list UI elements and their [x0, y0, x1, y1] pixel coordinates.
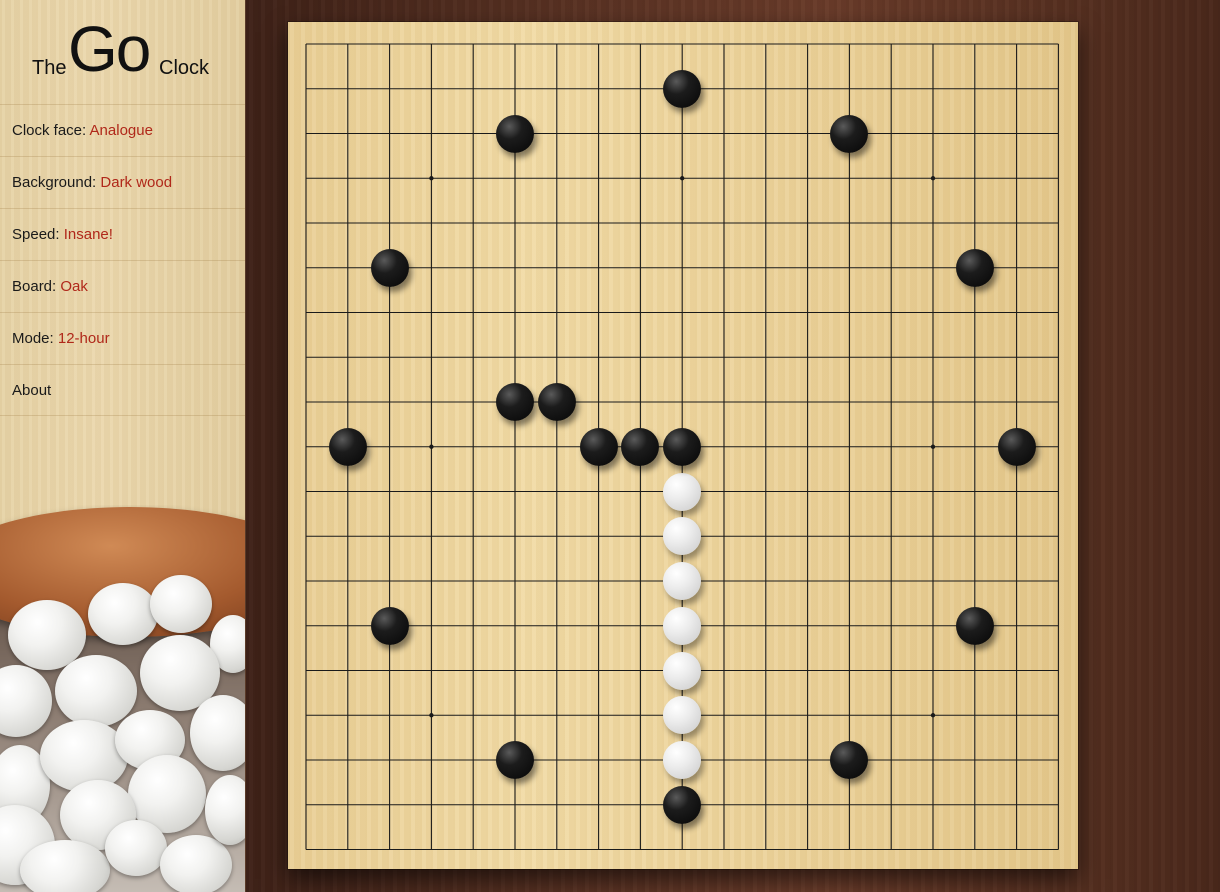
settings-menu: Clock face: Analogue Background: Dark wo… [0, 104, 245, 416]
menu-item-value: Oak [60, 278, 88, 295]
star-point [429, 713, 434, 718]
menu-item-about[interactable]: About [0, 364, 245, 416]
menu-item-mode[interactable]: Mode: 12-hour [0, 312, 245, 364]
menu-item-label: Background: [12, 174, 101, 191]
logo-go: Go [68, 13, 151, 85]
star-point [429, 444, 434, 449]
star-point [429, 176, 434, 181]
white-stone [663, 651, 702, 690]
go-board [288, 22, 1078, 869]
black-stone [997, 427, 1036, 466]
black-stone [579, 427, 618, 466]
black-stone [328, 427, 367, 466]
star-point [930, 713, 936, 718]
menu-item-clock-face[interactable]: Clock face: Analogue [0, 104, 245, 156]
menu-item-value: Dark wood [100, 174, 173, 191]
sidebar: The Go Clock Clock face: Analogue Backgr… [0, 0, 246, 892]
white-stone [663, 606, 702, 645]
menu-item-value: Analogue [89, 122, 153, 139]
black-stone [663, 69, 702, 108]
black-stone [496, 383, 534, 421]
menu-item-value: Insane! [63, 226, 113, 243]
black-stone [955, 606, 994, 645]
black-stone [663, 427, 702, 466]
white-stone [663, 741, 702, 779]
menu-item-label: About [12, 382, 52, 399]
menu-item-label: Board: [12, 278, 61, 295]
star-point [680, 176, 685, 181]
black-stone [663, 785, 702, 824]
star-point [930, 444, 936, 449]
app-logo: The Go Clock [0, 0, 245, 105]
menu-item-background[interactable]: Background: Dark wood [0, 156, 245, 208]
black-stone [621, 427, 660, 466]
black-stone [496, 114, 534, 153]
menu-item-value: 12-hour [57, 330, 110, 347]
black-stone [370, 248, 409, 287]
white-stone [663, 562, 702, 600]
black-stone [496, 741, 534, 779]
menu-item-board[interactable]: Board: Oak [0, 260, 245, 312]
menu-item-speed[interactable]: Speed: Insane! [0, 208, 245, 260]
white-stone [663, 472, 702, 511]
menu-item-label: Clock face: [12, 122, 90, 139]
black-stone [537, 383, 576, 421]
star-point [930, 176, 936, 181]
menu-item-label: Speed: [12, 226, 64, 243]
black-stone [955, 248, 994, 287]
logo-clock: Clock [159, 57, 210, 79]
black-stone [370, 606, 409, 645]
menu-item-label: Mode: [12, 330, 58, 347]
stone-bowl-image [0, 505, 245, 892]
black-stone [830, 114, 869, 153]
logo-the: The [32, 57, 67, 79]
